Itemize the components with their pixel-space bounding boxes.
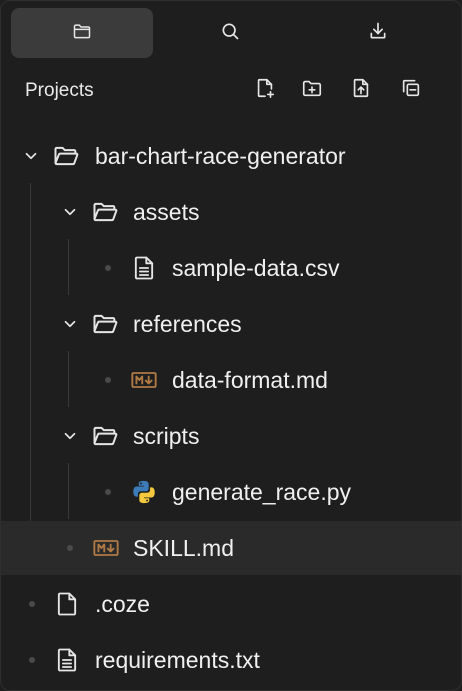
folder-icon — [72, 21, 92, 46]
chevron-down-icon — [22, 147, 40, 165]
new-file-icon — [254, 77, 276, 104]
tree-item-skill-md[interactable]: SKILL.md — [1, 521, 461, 575]
tree-item-coze[interactable]: .coze — [1, 577, 461, 631]
tree-item-assets[interactable]: assets — [1, 185, 461, 239]
tree-dot-icon — [67, 545, 73, 551]
chevron-down-icon — [61, 427, 79, 445]
tree-item-label: requirements.txt — [95, 646, 260, 673]
tree-item-label: .coze — [95, 590, 150, 617]
tree-item-label: assets — [133, 198, 200, 225]
tree-dot-icon — [105, 265, 111, 271]
new-folder-icon — [301, 77, 323, 104]
tab-search[interactable] — [159, 8, 301, 58]
folder-open-icon — [91, 198, 119, 226]
tree-item-references[interactable]: references — [1, 297, 461, 351]
chevron-down-icon — [61, 315, 79, 333]
collapse-all-button[interactable] — [398, 77, 424, 103]
folder-open-icon — [91, 310, 119, 338]
text-file-icon — [53, 646, 81, 674]
tree-item-label: sample-data.csv — [172, 254, 340, 281]
markdown-icon — [130, 366, 158, 394]
chevron-down-icon — [61, 203, 79, 221]
tree-item-label: references — [133, 310, 242, 337]
text-file-icon — [130, 254, 158, 282]
tree-item-label: scripts — [133, 422, 200, 449]
tree-item-label: bar-chart-race-generator — [95, 142, 346, 169]
projects-header: Projects — [1, 71, 461, 111]
tree-dot-icon — [29, 601, 35, 607]
markdown-icon — [92, 534, 120, 562]
tab-files[interactable] — [11, 8, 153, 58]
python-icon — [130, 478, 158, 506]
sidebar-tabbar — [11, 8, 451, 58]
upload-button[interactable] — [348, 77, 374, 103]
tree-item-requirements-txt[interactable]: requirements.txt — [1, 633, 461, 687]
tree-dot-icon — [29, 657, 35, 663]
tree-item-label: data-format.md — [172, 366, 328, 393]
projects-title: Projects — [25, 80, 94, 101]
tree-dot-icon — [105, 489, 111, 495]
blank-file-icon — [53, 590, 81, 618]
tree-dot-icon — [105, 377, 111, 383]
tree-item-generate-race-py[interactable]: generate_race.py — [1, 465, 461, 519]
folder-open-icon — [52, 142, 80, 170]
search-icon — [220, 21, 240, 46]
tree-item-label: generate_race.py — [172, 478, 352, 505]
new-file-button[interactable] — [252, 77, 278, 103]
tree-item-data-format-md[interactable]: data-format.md — [1, 353, 461, 407]
collapse-all-icon — [400, 77, 422, 104]
tree-item-scripts[interactable]: scripts — [1, 409, 461, 463]
upload-icon — [350, 77, 372, 104]
folder-open-icon — [91, 422, 119, 450]
download-icon — [368, 21, 388, 46]
tab-download[interactable] — [307, 8, 449, 58]
tree-item-sample-data-csv[interactable]: sample-data.csv — [1, 241, 461, 295]
tree-item-bar-chart-race-generator[interactable]: bar-chart-race-generator — [1, 129, 461, 183]
explorer-panel: Projects bar-chart-race-generator assets… — [0, 0, 462, 691]
new-folder-button[interactable] — [299, 77, 325, 103]
tree-item-label: SKILL.md — [133, 534, 234, 561]
